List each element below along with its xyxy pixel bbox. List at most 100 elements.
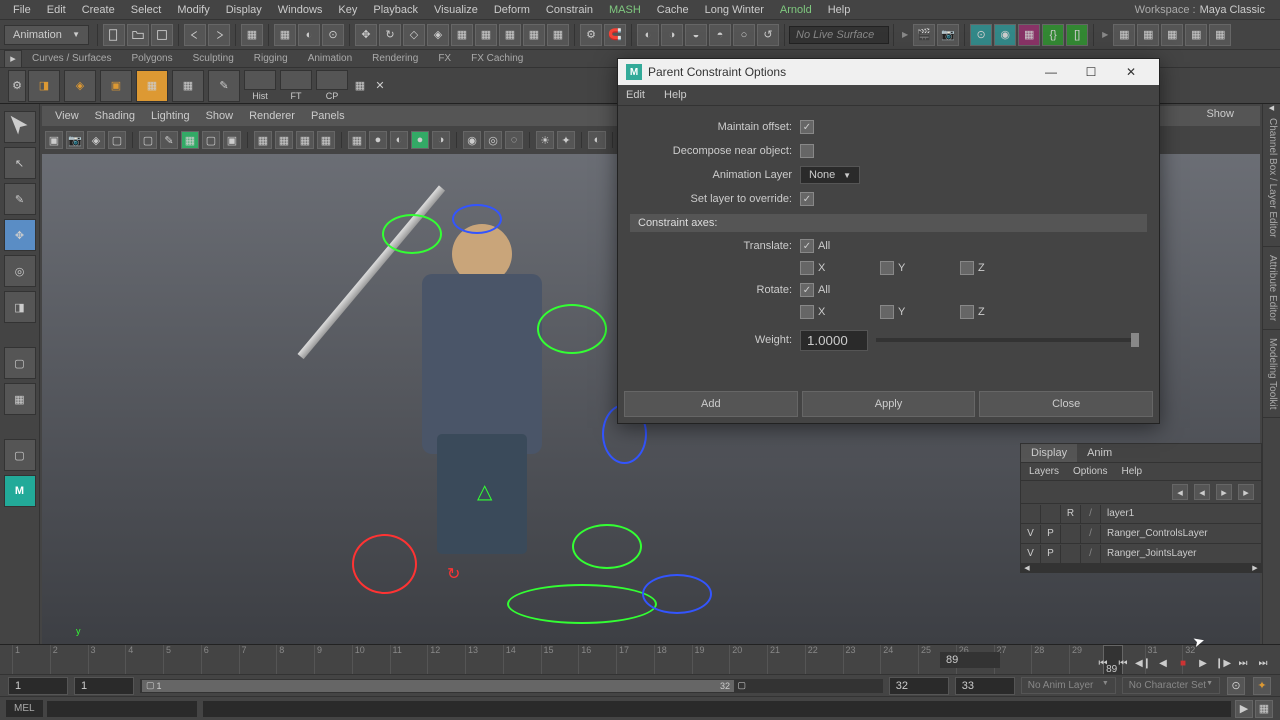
close-button[interactable]: ✕	[1111, 59, 1151, 85]
scale-tool[interactable]: ◨	[4, 291, 36, 323]
time-tick-4[interactable]: 4	[125, 645, 163, 675]
range-slider[interactable]: ▢1 32▢	[140, 679, 883, 693]
vp-menu-view[interactable]: View	[47, 108, 87, 124]
goto-start-button[interactable]: ⏮	[1094, 654, 1112, 672]
menu-visualize[interactable]: Visualize	[426, 2, 486, 18]
anim-layer-dropdown[interactable]: No Anim Layer▼	[1021, 677, 1116, 694]
range-end-field[interactable]	[955, 677, 1015, 695]
menu-longwinter[interactable]: Long Winter	[697, 2, 772, 18]
prefs-icon[interactable]: ✦	[1253, 677, 1271, 695]
close-dialog-button[interactable]: Close	[979, 391, 1153, 417]
stop-button[interactable]: ■	[1174, 654, 1192, 672]
sym-3-icon[interactable]: ◒	[685, 24, 707, 46]
shelf-pen-icon[interactable]: ✎	[208, 70, 240, 102]
rotate-y-checkbox[interactable]	[880, 305, 894, 319]
vp-menu-show[interactable]: Show	[198, 108, 242, 124]
time-tick-7[interactable]: 7	[239, 645, 277, 675]
workspace-dropdown[interactable]: Maya Classic	[1200, 4, 1265, 16]
dialog-titlebar[interactable]: M Parent Constraint Options — ☐ ✕	[618, 59, 1159, 85]
render-1-icon[interactable]: 🎬	[913, 24, 935, 46]
rig-control-hand2[interactable]	[642, 574, 712, 614]
new-scene-icon[interactable]	[103, 24, 125, 46]
layout-quad[interactable]: ▦	[4, 383, 36, 415]
menu-playback[interactable]: Playback	[365, 2, 426, 18]
vp-menu-shading[interactable]: Shading	[87, 108, 143, 124]
layers-tab-anim[interactable]: Anim	[1077, 444, 1122, 462]
shelf-cube-icon[interactable]: ◨	[28, 70, 60, 102]
vp-shadows-icon[interactable]: ◑	[432, 131, 450, 149]
layer-icon-2[interactable]: ◂	[1194, 484, 1210, 500]
time-tick-14[interactable]: 14	[503, 645, 541, 675]
layout-1-icon[interactable]: ▦	[1113, 24, 1135, 46]
vp-show-right[interactable]: Show	[1198, 106, 1242, 122]
rig-control-head[interactable]	[382, 214, 442, 254]
time-tick-20[interactable]: 20	[729, 645, 767, 675]
transform-7-icon[interactable]: ▦	[499, 24, 521, 46]
layout-persp[interactable]: ▢	[4, 439, 36, 471]
vp-light1-icon[interactable]: ☀	[536, 131, 554, 149]
time-tick-2[interactable]: 2	[50, 645, 88, 675]
maya-logo-icon[interactable]: M	[4, 475, 36, 507]
layout-5-icon[interactable]: ▦	[1209, 24, 1231, 46]
scroll-left-icon[interactable]: ◀	[1021, 564, 1033, 572]
shelf-script-icon[interactable]: ▦	[352, 70, 368, 102]
vp-menu-lighting[interactable]: Lighting	[143, 108, 198, 124]
layout-2-icon[interactable]: ▦	[1137, 24, 1159, 46]
set-layer-checkbox[interactable]	[800, 192, 814, 206]
script-editor2-icon[interactable]: ▦	[1255, 700, 1273, 718]
transform-move-icon[interactable]: ✥	[355, 24, 377, 46]
layer-name-2[interactable]: Ranger_JointsLayer	[1101, 548, 1261, 559]
time-tick-17[interactable]: 17	[616, 645, 654, 675]
vp-film-gate-icon[interactable]: ▢	[202, 131, 220, 149]
transform-rotate-icon[interactable]: ↻	[379, 24, 401, 46]
add-button[interactable]: Add	[624, 391, 798, 417]
menu-deform[interactable]: Deform	[486, 2, 538, 18]
menu-display[interactable]: Display	[218, 2, 270, 18]
menu-modify[interactable]: Modify	[169, 2, 217, 18]
snap-curve-icon[interactable]: ◐	[298, 24, 320, 46]
select-by-type-icon[interactable]: ▦	[241, 24, 263, 46]
menu-cache[interactable]: Cache	[649, 2, 697, 18]
time-tick-5[interactable]: 5	[163, 645, 201, 675]
vp-wireframe-icon[interactable]: ▦	[348, 131, 366, 149]
slider-thumb[interactable]	[1131, 333, 1139, 347]
vp-motion-icon[interactable]: ◐	[588, 131, 606, 149]
vp-menu-panels[interactable]: Panels	[303, 108, 353, 124]
goto-end-button[interactable]: ⏭	[1254, 654, 1272, 672]
transform-9-icon[interactable]: ▦	[547, 24, 569, 46]
script-editor-icon[interactable]: ▶	[1235, 700, 1253, 718]
vp-textured-icon[interactable]: ◐	[390, 131, 408, 149]
time-tick-28[interactable]: 28	[1031, 645, 1069, 675]
shelf-cube2-icon[interactable]: ▣	[100, 70, 132, 102]
layer-vis-1[interactable]: V	[1021, 525, 1041, 543]
time-tick-24[interactable]: 24	[880, 645, 918, 675]
tab-modeling-toolkit[interactable]: Modeling Toolkit	[1263, 330, 1280, 419]
vp-smooth-icon[interactable]: ●	[369, 131, 387, 149]
shelf-tab-curves[interactable]: Curves / Surfaces	[22, 51, 121, 66]
symmetry-icon[interactable]: ◐	[637, 24, 659, 46]
sym-6-icon[interactable]: ↺	[757, 24, 779, 46]
vp-field-chart-icon[interactable]: ▦	[275, 131, 293, 149]
menu-windows[interactable]: Windows	[270, 2, 331, 18]
menu-arnold[interactable]: Arnold	[772, 2, 820, 18]
time-tick-22[interactable]: 22	[805, 645, 843, 675]
vp-lights-icon[interactable]: ●	[411, 131, 429, 149]
layer-row-0[interactable]: R / layer1	[1021, 504, 1261, 524]
open-scene-icon[interactable]	[127, 24, 149, 46]
vp-isolate-icon[interactable]: ◉	[463, 131, 481, 149]
vp-safe-icon[interactable]: ▦	[296, 131, 314, 149]
render-6-icon[interactable]: {}	[1042, 24, 1064, 46]
layer-icon-4[interactable]: ▸	[1238, 484, 1254, 500]
step-back-button[interactable]: ◀❙	[1134, 654, 1152, 672]
transform-5-icon[interactable]: ▦	[451, 24, 473, 46]
sym-2-icon[interactable]: ◑	[661, 24, 683, 46]
layer-r-0[interactable]: R	[1061, 505, 1081, 523]
rotate-all-checkbox[interactable]	[800, 283, 814, 297]
save-scene-icon[interactable]	[151, 24, 173, 46]
layer-p-0[interactable]	[1041, 505, 1061, 523]
vp-camera-icon[interactable]: 📷	[66, 131, 84, 149]
time-tick-23[interactable]: 23	[843, 645, 881, 675]
autokey-icon[interactable]: ⊙	[1227, 677, 1245, 695]
range-start-field[interactable]	[8, 677, 68, 695]
tab-attribute-editor[interactable]: Attribute Editor	[1263, 247, 1280, 330]
